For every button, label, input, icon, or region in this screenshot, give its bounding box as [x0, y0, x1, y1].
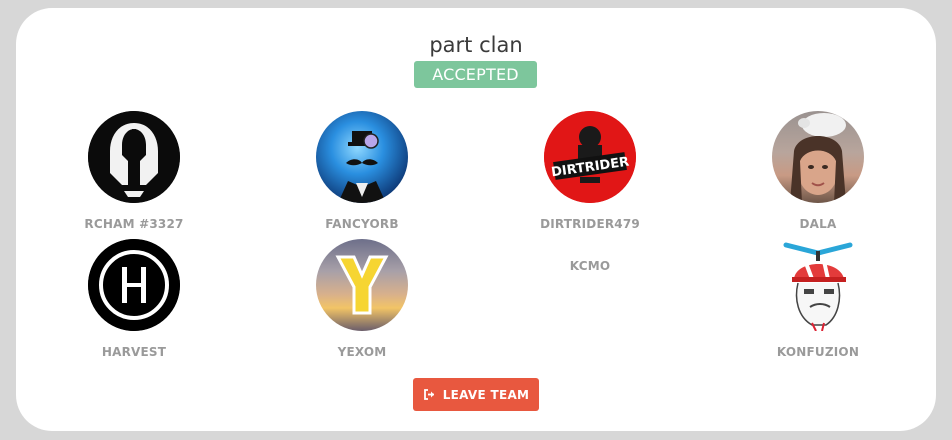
- member-card: HARVEST: [24, 239, 244, 359]
- photo-avatar: [772, 111, 864, 203]
- dirtrider-logo-icon: DIRTRIDER: [544, 111, 636, 203]
- spartan-helmet-icon: [88, 111, 180, 203]
- member-name: DALA: [799, 217, 837, 231]
- leave-team-button[interactable]: LEAVE TEAM: [413, 378, 539, 411]
- member-name: KCMO: [569, 259, 611, 273]
- monocle-orb-icon: [316, 111, 408, 203]
- leave-team-label: LEAVE TEAM: [442, 387, 530, 402]
- member-card: KCMO: [480, 239, 700, 273]
- member-name: HARVEST: [101, 345, 167, 359]
- member-card: FANCYORB: [252, 111, 472, 231]
- member-name: KONFUZION: [776, 345, 860, 359]
- status-badge: ACCEPTED: [414, 61, 537, 88]
- letter-y-icon: [316, 239, 408, 331]
- member-name: FANCYORB: [325, 217, 399, 231]
- member-card: YEXOM: [252, 239, 472, 359]
- member-card: DIRTRIDER DIRTRIDER479: [480, 111, 700, 231]
- member-card: RCHAM #3327: [24, 111, 244, 231]
- team-name: part clan: [429, 33, 523, 57]
- propeller-hat-meme-icon: [772, 239, 864, 331]
- member-name: YEXOM: [337, 345, 387, 359]
- member-name: DIRTRIDER479: [540, 217, 640, 231]
- member-card: KONFUZION: [708, 239, 928, 359]
- member-card: DALA: [708, 111, 928, 231]
- letter-h-icon: [88, 239, 180, 331]
- sign-out-icon: [423, 389, 436, 400]
- team-card: part clan ACCEPTED RCHAM #3327 FANCYORB …: [16, 8, 936, 431]
- member-name: RCHAM #3327: [84, 217, 184, 231]
